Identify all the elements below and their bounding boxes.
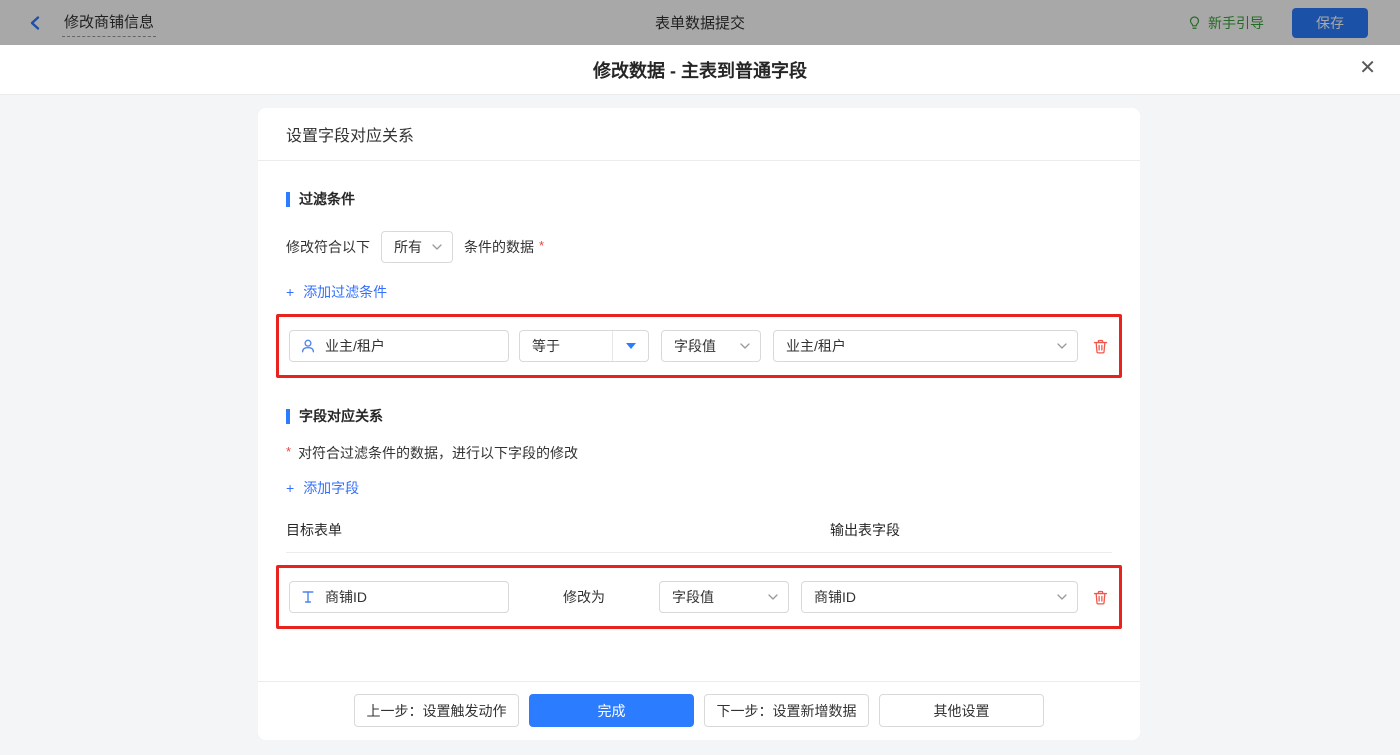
match-mode-select[interactable]: 所有 (381, 231, 453, 263)
operator-value: 等于 (532, 338, 560, 354)
trash-icon (1093, 590, 1108, 605)
filter-section-title: 过滤条件 (299, 191, 355, 207)
chevron-down-icon (1057, 343, 1067, 349)
match-mode-value: 所有 (394, 239, 422, 255)
person-icon (301, 339, 315, 353)
caret-down-icon (625, 343, 636, 349)
next-step-button[interactable]: 下一步：设置新增数据 (704, 694, 869, 727)
target-field-input[interactable]: 商铺ID (289, 581, 509, 613)
value-field-select[interactable]: 业主/租户 (773, 330, 1078, 362)
condition-suffix-label: 条件的数据 (464, 239, 534, 255)
delete-mapping-button[interactable] (1092, 589, 1109, 606)
plus-icon: + (286, 480, 295, 496)
panel-body: 过滤条件 修改符合以下 所有 条件的数据 * + 添加过滤条件 业主/租户 等于… (258, 161, 1140, 681)
mapping-description: 对符合过滤条件的数据，进行以下字段的修改 (298, 445, 579, 461)
trash-icon (1093, 339, 1108, 354)
operator-dropdown-button[interactable] (612, 331, 648, 361)
filter-condition-row: 业主/租户 等于 字段值 业主/租户 (276, 314, 1122, 378)
modal-title: 修改数据 - 主表到普通字段 (593, 60, 807, 81)
section-accent-bar (286, 191, 290, 207)
chevron-down-icon (740, 343, 750, 349)
add-filter-condition-label: 添加过滤条件 (303, 284, 388, 300)
close-icon[interactable]: ✕ (1359, 58, 1376, 78)
mapping-section-title: 字段对应关系 (299, 408, 383, 424)
prev-step-button[interactable]: 上一步：设置触发动作 (354, 694, 519, 727)
value-field-value: 业主/租户 (786, 338, 846, 354)
condition-match-line: 修改符合以下 所有 条件的数据 * (286, 231, 1112, 263)
condition-prefix-label: 修改符合以下 (286, 239, 370, 255)
chevron-down-icon (1057, 594, 1067, 600)
value-type-value: 字段值 (674, 338, 716, 354)
text-field-icon (302, 591, 314, 603)
add-field-label: 添加字段 (303, 480, 360, 496)
panel-footer: 上一步：设置触发动作 完成 下一步：设置新增数据 其他设置 (258, 681, 1140, 740)
column-header-target-form: 目标表单 (286, 522, 342, 538)
plus-icon: + (286, 284, 295, 300)
filter-field-input[interactable]: 业主/租户 (289, 330, 509, 362)
chevron-down-icon (432, 244, 442, 250)
modify-to-label: 修改为 (563, 589, 605, 605)
top-navigation-bar: 修改商铺信息 表单数据提交 新手引导 保存 (0, 0, 1400, 45)
required-asterisk: * (286, 444, 292, 459)
add-field-link[interactable]: + 添加字段 (286, 478, 359, 498)
target-field-value: 商铺ID (325, 589, 367, 605)
modal-body: 设置字段对应关系 过滤条件 修改符合以下 所有 条件的数据 * + 添加过滤条件… (0, 95, 1400, 755)
modal-header: 修改数据 - 主表到普通字段 ✕ (0, 45, 1400, 95)
column-header-output-field: 输出表字段 (830, 522, 900, 538)
mapping-table-headers: 目标表单 输出表字段 (286, 520, 1112, 553)
value-type-select[interactable]: 字段值 (661, 330, 761, 362)
section-accent-bar (286, 408, 290, 424)
add-filter-condition-link[interactable]: + 添加过滤条件 (286, 282, 387, 302)
mapping-section-header: 字段对应关系 (286, 406, 1112, 426)
panel-title: 设置字段对应关系 (258, 108, 1140, 161)
operator-select[interactable]: 等于 (519, 330, 649, 362)
chevron-down-icon (768, 594, 778, 600)
modal-dim-overlay (0, 0, 1400, 45)
done-button[interactable]: 完成 (529, 694, 694, 727)
mapping-value-type-select[interactable]: 字段值 (659, 581, 789, 613)
mapping-value-field-value: 商铺ID (814, 589, 856, 605)
required-asterisk: * (539, 237, 545, 253)
delete-condition-button[interactable] (1092, 338, 1109, 355)
field-mapping-row: 商铺ID 修改为 字段值 商铺ID (276, 565, 1122, 629)
field-mapping-panel: 设置字段对应关系 过滤条件 修改符合以下 所有 条件的数据 * + 添加过滤条件… (258, 108, 1140, 740)
mapping-value-type-value: 字段值 (672, 589, 714, 605)
mapping-description-line: * 对符合过滤条件的数据，进行以下字段的修改 (286, 443, 1112, 463)
filter-field-value: 业主/租户 (325, 338, 385, 354)
filter-section-header: 过滤条件 (286, 189, 1112, 209)
other-settings-button[interactable]: 其他设置 (879, 694, 1044, 727)
mapping-value-field-select[interactable]: 商铺ID (801, 581, 1078, 613)
